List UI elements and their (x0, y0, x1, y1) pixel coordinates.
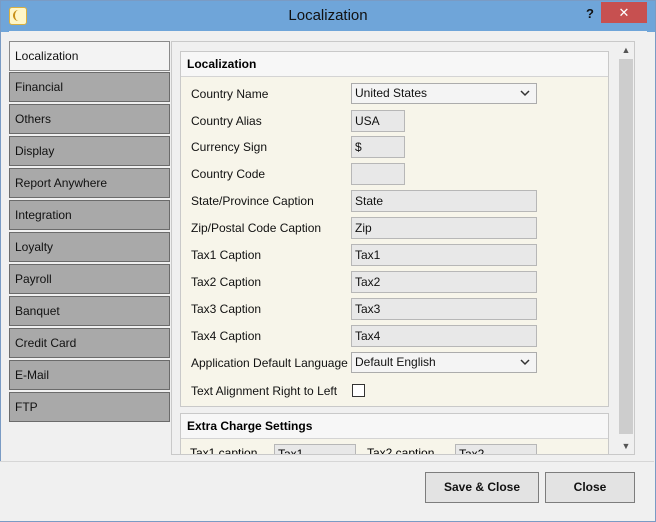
sidebar-item-report-anywhere[interactable]: Report Anywhere (9, 168, 170, 198)
zip-caption-field[interactable]: Zip (351, 217, 537, 239)
extra-tax1-field[interactable]: Tax1 (274, 444, 356, 454)
language-label: Application Default Language (191, 356, 348, 370)
sidebar-item-payroll[interactable]: Payroll (9, 264, 170, 294)
close-window-button[interactable]: ✕ (601, 2, 647, 23)
sidebar-item-banquet[interactable]: Banquet (9, 296, 170, 326)
settings-sidebar: Localization Financial Others Display Re… (9, 41, 170, 424)
tax3-caption-field[interactable]: Tax3 (351, 298, 537, 320)
extra-charge-section-header: Extra Charge Settings (181, 414, 608, 439)
help-button[interactable]: ? (579, 4, 601, 24)
sidebar-item-ftp[interactable]: FTP (9, 392, 170, 422)
tax2-caption-label: Tax2 Caption (191, 275, 262, 289)
tax1-caption-field[interactable]: Tax1 (351, 244, 537, 266)
tax4-caption-field[interactable]: Tax4 (351, 325, 537, 347)
extra-tax2-label: Tax2 caption (367, 446, 435, 454)
currency-sign-field[interactable]: $ (351, 136, 405, 158)
title-bar[interactable]: Localization ? ✕ (1, 1, 655, 32)
scroll-thumb[interactable] (619, 59, 633, 434)
rtl-label: Text Alignment Right to Left (191, 384, 338, 398)
country-alias-label: Country Alias (191, 114, 262, 128)
sidebar-item-email[interactable]: E-Mail (9, 360, 170, 390)
close-button[interactable]: Close (545, 472, 635, 503)
extra-charge-row-clip: Tax1 caption Tax1 Tax2 caption Tax2 (180, 443, 609, 454)
sidebar-item-integration[interactable]: Integration (9, 200, 170, 230)
localization-section-header: Localization (181, 52, 608, 77)
state-caption-field[interactable]: State (351, 190, 537, 212)
window-title: Localization (288, 7, 368, 24)
tax4-caption-label: Tax4 Caption (191, 329, 262, 343)
chevron-down-icon (520, 90, 530, 97)
currency-sign-label: Currency Sign (191, 140, 268, 154)
language-select[interactable]: Default English (351, 352, 537, 373)
rtl-checkbox[interactable] (352, 384, 365, 397)
sidebar-item-others[interactable]: Others (9, 104, 170, 134)
country-name-label: Country Name (191, 87, 269, 101)
scroll-up-icon[interactable]: ▲ (618, 42, 634, 58)
country-code-label: Country Code (191, 167, 266, 181)
sidebar-item-credit-card[interactable]: Credit Card (9, 328, 170, 358)
country-alias-field[interactable]: USA (351, 110, 405, 132)
zip-caption-label: Zip/Postal Code Caption (191, 221, 322, 235)
panel-scrollbar[interactable]: ▲ ▼ (618, 42, 634, 454)
sidebar-item-loyalty[interactable]: Loyalty (9, 232, 170, 262)
tax3-caption-label: Tax3 Caption (191, 302, 262, 316)
country-name-select[interactable]: United States (351, 83, 537, 104)
state-caption-label: State/Province Caption (191, 194, 314, 208)
chevron-down-icon (520, 359, 530, 366)
language-value: Default English (355, 355, 436, 369)
tax1-caption-label: Tax1 Caption (191, 248, 262, 262)
sidebar-item-localization[interactable]: Localization (9, 41, 170, 71)
tax2-caption-field[interactable]: Tax2 (351, 271, 537, 293)
save-close-button[interactable]: Save & Close (425, 472, 539, 503)
country-name-value: United States (355, 86, 428, 100)
sidebar-item-display[interactable]: Display (9, 136, 170, 166)
country-code-field[interactable] (351, 163, 405, 185)
extra-tax2-field[interactable]: Tax2 (455, 444, 537, 454)
sidebar-item-financial[interactable]: Financial (9, 72, 170, 102)
scroll-down-icon[interactable]: ▼ (618, 438, 634, 454)
extra-tax1-label: Tax1 caption (190, 446, 258, 454)
